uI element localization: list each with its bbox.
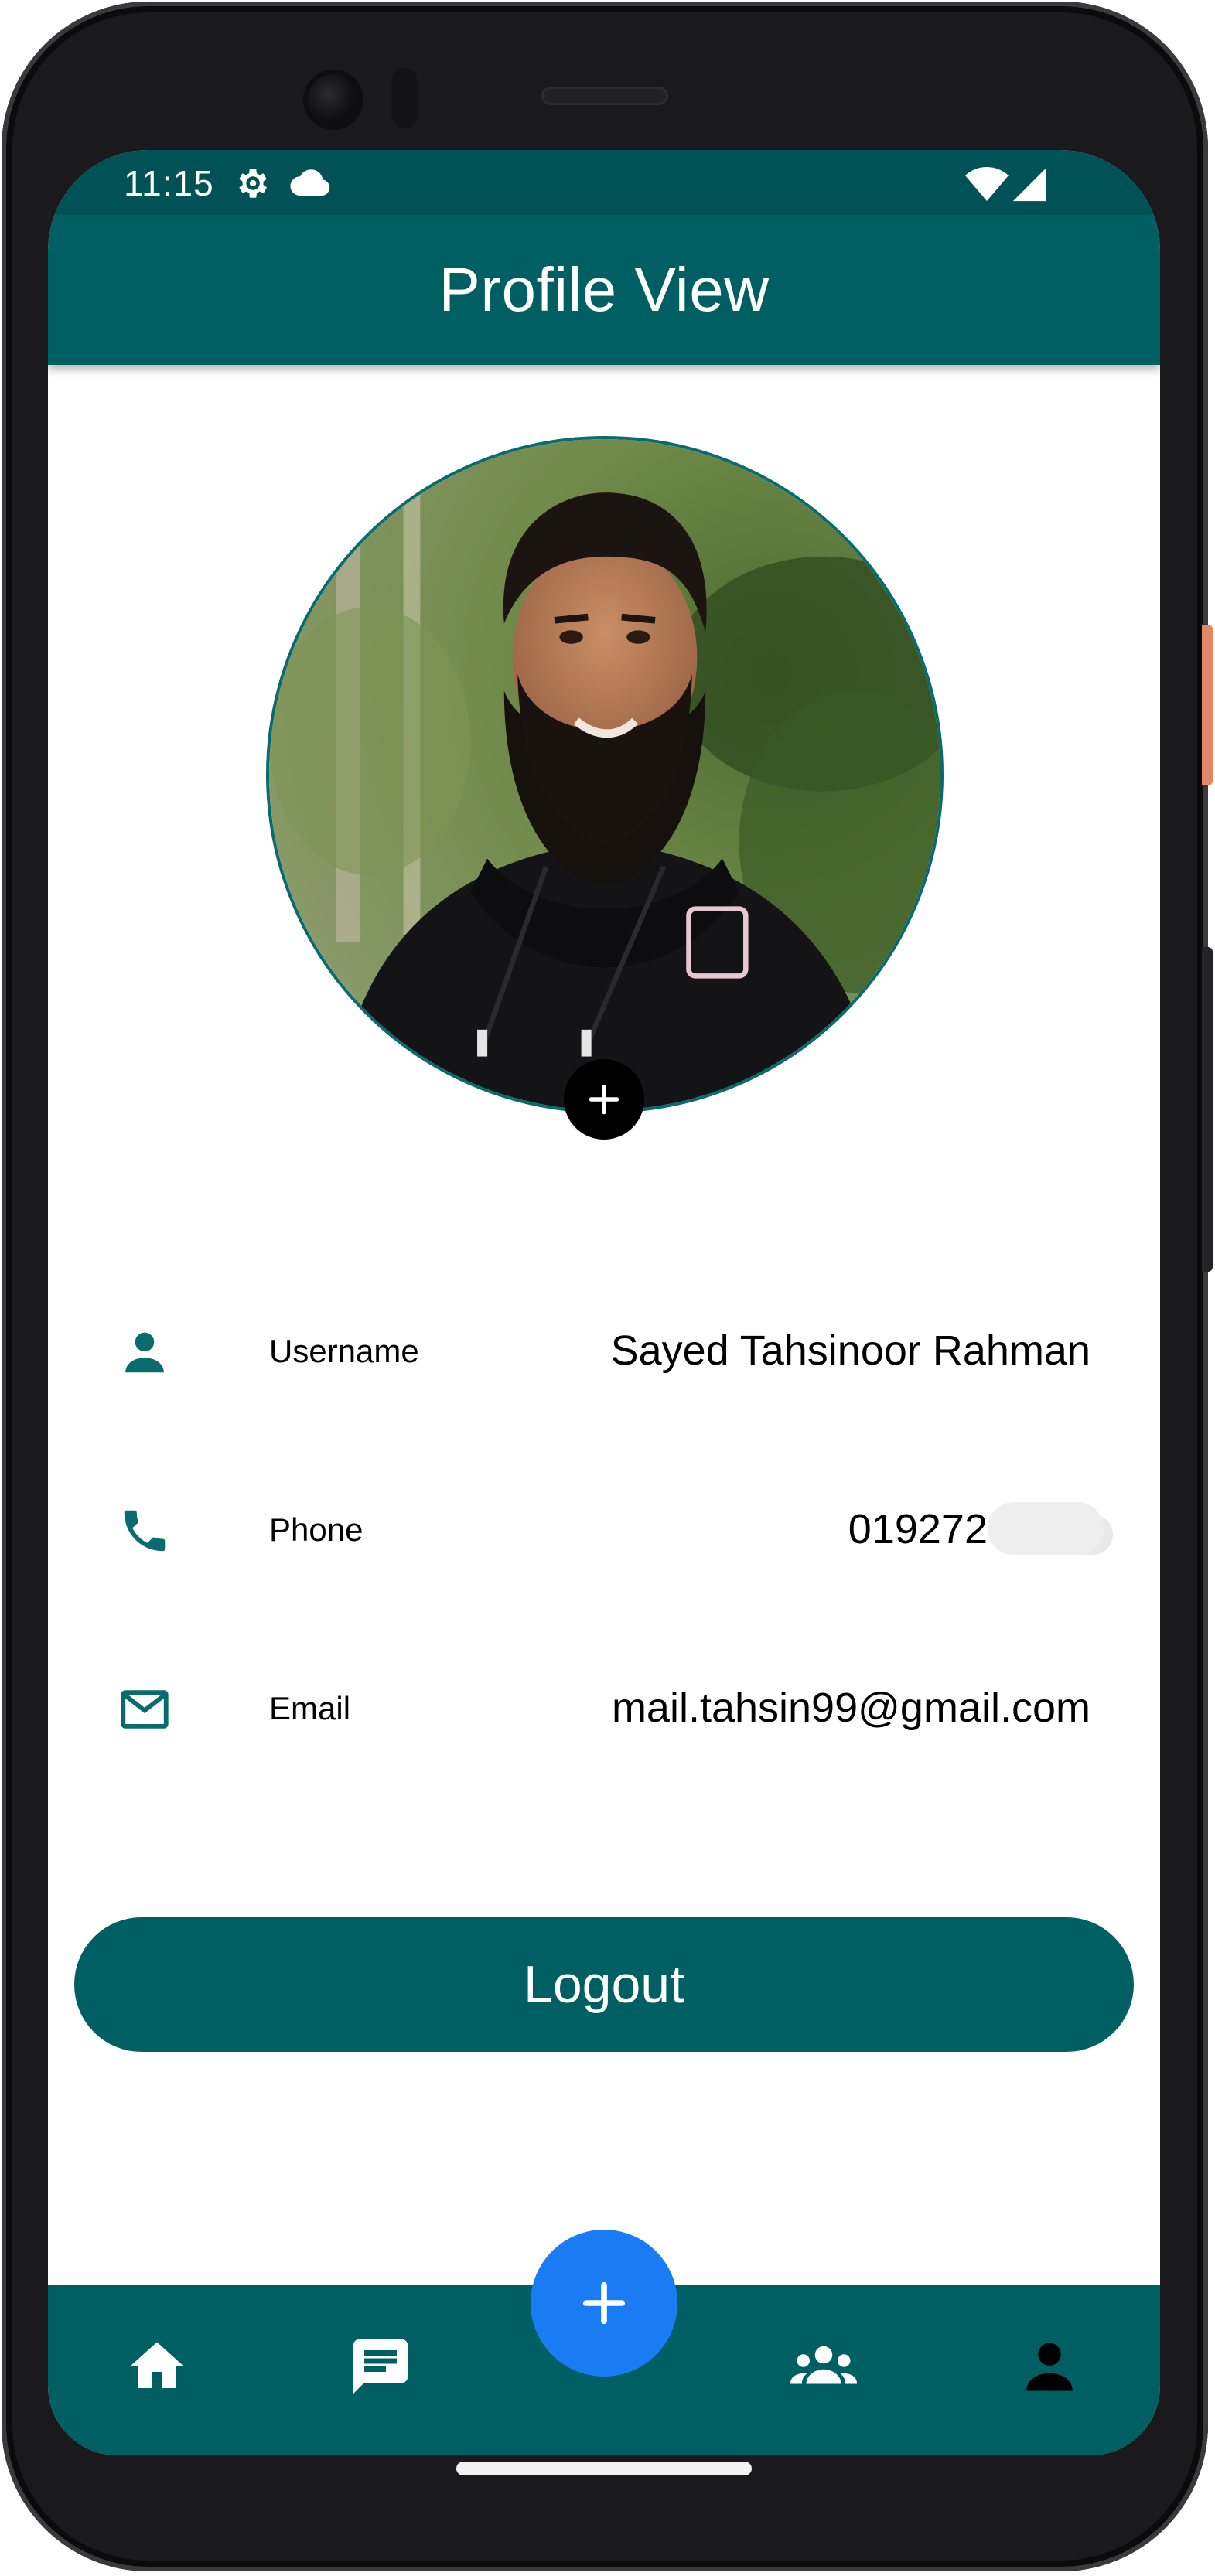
person-icon (1026, 2343, 1073, 2391)
wifi-icon (965, 167, 1009, 201)
home-indicator[interactable] (456, 2462, 752, 2475)
username-row: Username Sayed Tahsinoor Rahman (48, 1303, 1160, 1396)
username-label: Username (269, 1333, 419, 1369)
volume-button (1202, 947, 1213, 1272)
proximity-sensor (391, 68, 418, 128)
username-value: Sayed Tahsinoor Rahman (610, 1327, 1090, 1374)
email-value: mail.tahsin99@gmail.com (611, 1685, 1090, 1731)
add-photo-button[interactable] (564, 1059, 644, 1140)
add-fab-button[interactable] (531, 2230, 677, 2377)
phone-row: Phone 019272 (48, 1482, 1160, 1575)
plus-icon (589, 1084, 619, 1115)
status-bar: 11:15 (48, 150, 1160, 215)
person-icon (125, 1332, 164, 1373)
plus-icon (582, 2281, 626, 2325)
avatar[interactable] (266, 436, 944, 1113)
phone-frame: 11:15 Profile View Username Sayed Tahsin… (0, 0, 1215, 2576)
mail-icon (121, 1690, 169, 1729)
screen: 11:15 Profile View Username Sayed Tahsin… (48, 150, 1160, 2455)
redaction-blur (988, 1502, 1104, 1555)
nav-chat[interactable] (346, 2332, 415, 2401)
email-row: Email mail.tahsin99@gmail.com (48, 1661, 1160, 1753)
email-label: Email (269, 1690, 351, 1726)
front-camera (308, 74, 359, 125)
phone-label: Phone (269, 1511, 363, 1548)
home-icon (130, 2342, 184, 2388)
nav-profile[interactable] (1015, 2332, 1084, 2401)
settings-gear-icon (239, 169, 267, 198)
earpiece-speaker (541, 87, 668, 105)
groups-icon (790, 2346, 858, 2384)
phone-icon (124, 1510, 166, 1552)
app-bar: Profile View (48, 215, 1160, 365)
cloud-icon (290, 169, 330, 196)
power-button (1202, 625, 1213, 785)
chat-icon (353, 2339, 408, 2394)
nav-groups[interactable] (789, 2332, 858, 2401)
page-title: Profile View (439, 255, 770, 324)
profile-photo (269, 439, 940, 1110)
status-time: 11:15 (124, 163, 214, 203)
nav-home[interactable] (122, 2332, 192, 2401)
phone-value: 019272 (848, 1506, 988, 1552)
logout-button[interactable]: Logout (74, 1917, 1134, 2052)
cell-signal-icon (1012, 168, 1046, 202)
